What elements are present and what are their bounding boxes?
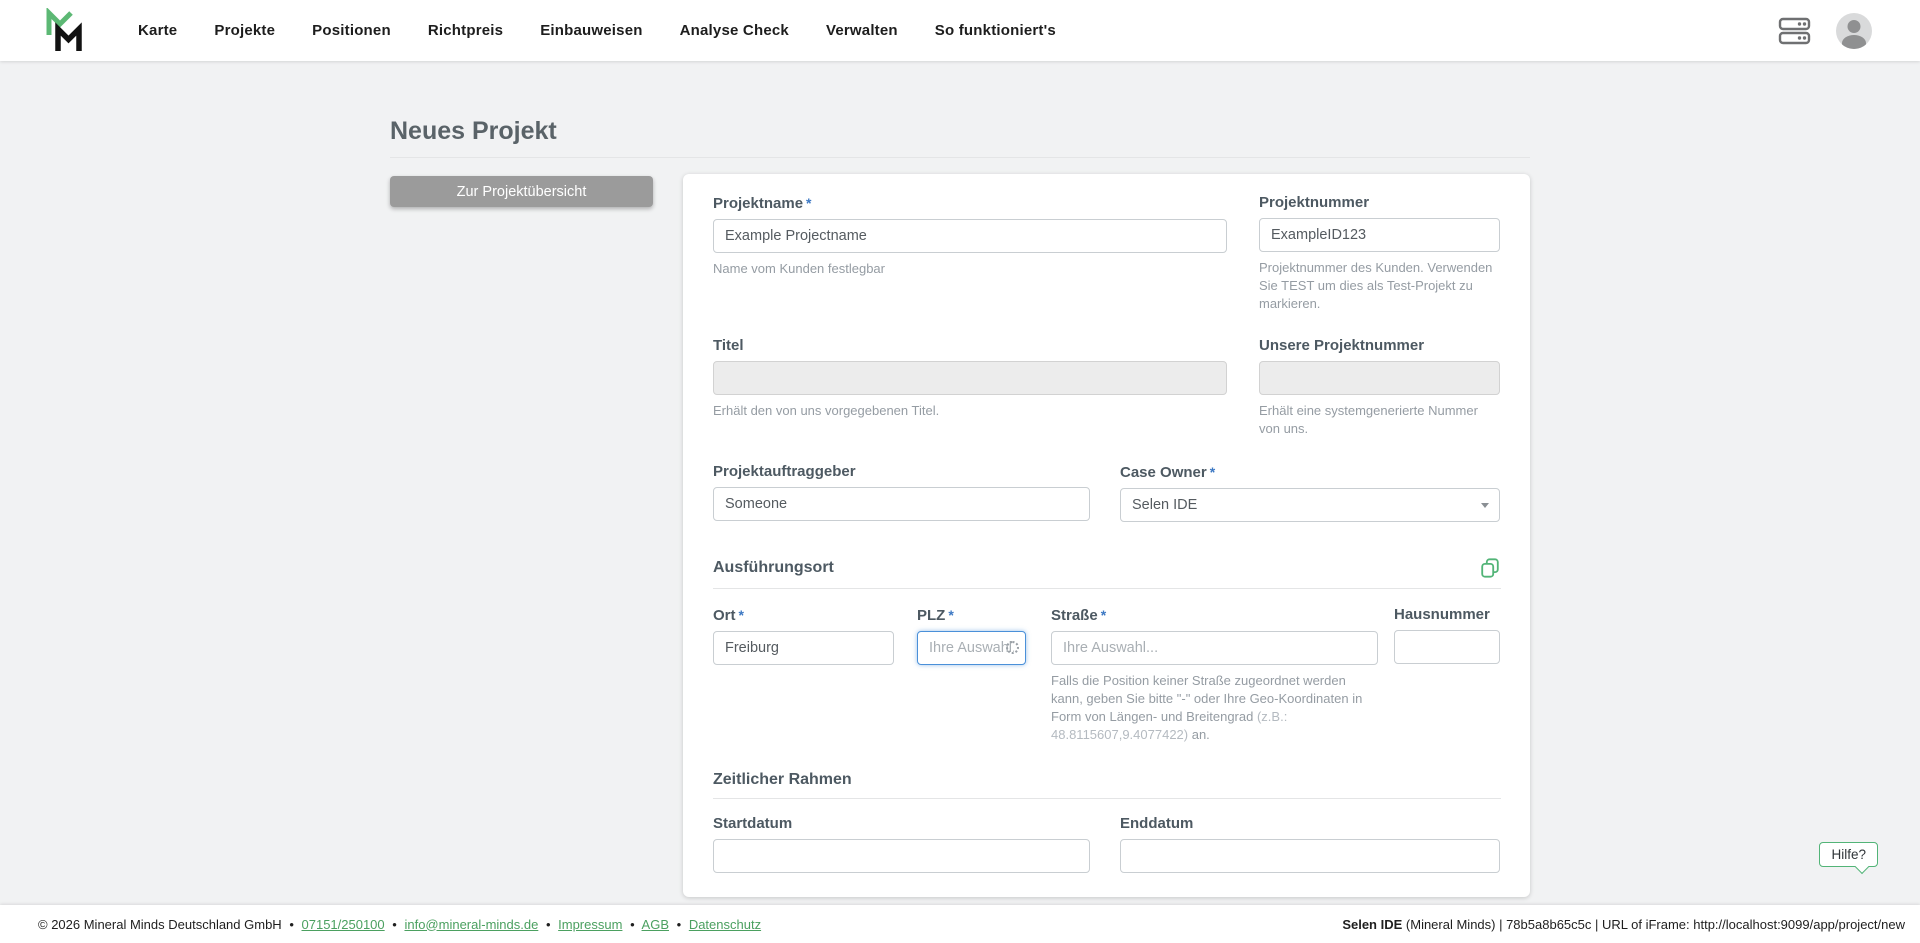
titel-label: Titel bbox=[713, 337, 744, 354]
page-content: Neues Projekt Zur Projektübersicht Proje… bbox=[390, 61, 1530, 935]
case-owner-selected-value: Selen IDE bbox=[1132, 497, 1198, 513]
required-asterisk: * bbox=[1209, 464, 1216, 480]
footer-legal: © 2026 Mineral Minds Deutschland GmbH • … bbox=[38, 916, 762, 932]
copy-icon bbox=[1481, 558, 1499, 578]
server-stack-icon[interactable] bbox=[1778, 17, 1812, 45]
footer-datenschutz-link[interactable]: Datenschutz bbox=[689, 917, 761, 932]
required-asterisk: * bbox=[738, 607, 744, 623]
projektauftraggeber-input[interactable] bbox=[713, 487, 1090, 521]
help-bubble-tail bbox=[1854, 859, 1870, 875]
user-avatar[interactable] bbox=[1836, 12, 1872, 49]
nav-item-richtpreis[interactable]: Richtpreis bbox=[428, 22, 503, 39]
hausnummer-input[interactable] bbox=[1394, 630, 1500, 664]
unsere-projektnummer-input bbox=[1259, 361, 1500, 395]
footer-bar: © 2026 Mineral Minds Deutschland GmbH • … bbox=[0, 905, 1920, 943]
plz-label: PLZ * bbox=[917, 607, 954, 624]
required-asterisk: * bbox=[806, 195, 812, 211]
section-title-ausfuehrungsort: Ausführungsort bbox=[713, 559, 834, 576]
projektname-input[interactable] bbox=[713, 219, 1227, 253]
enddatum-input[interactable] bbox=[1120, 839, 1500, 873]
nav-item-so-funktionierts[interactable]: So funktioniert's bbox=[935, 22, 1056, 39]
help-bubble[interactable]: Hilfe? bbox=[1819, 842, 1878, 875]
projektnummer-label: Projektnummer bbox=[1259, 194, 1370, 211]
required-asterisk: * bbox=[1100, 607, 1107, 623]
top-navigation-bar: Karte Projekte Positionen Richtpreis Ein… bbox=[0, 0, 1920, 61]
case-owner-select[interactable]: Selen IDE bbox=[1120, 488, 1500, 522]
unsere-projektnummer-helper: Erhält eine systemgenerierte Nummer von … bbox=[1259, 403, 1478, 436]
section-title-zeitlicher-rahmen: Zeitlicher Rahmen bbox=[713, 771, 852, 788]
titel-input bbox=[713, 361, 1227, 395]
footer-session-details: (Mineral Minds) | 78b5a8b65c5c | URL of … bbox=[1405, 916, 1905, 932]
titel-helper: Erhält den von uns vorgegebenen Titel. bbox=[713, 403, 940, 418]
footer-copyright: © 2026 Mineral Minds Deutschland GmbH bbox=[38, 916, 282, 932]
nav-item-verwalten[interactable]: Verwalten bbox=[826, 22, 898, 39]
nav-item-karte[interactable]: Karte bbox=[138, 22, 177, 39]
nav-item-positionen[interactable]: Positionen bbox=[312, 22, 391, 39]
strasse-helper: Falls die Position keiner Straße zugeord… bbox=[1051, 673, 1363, 742]
copy-location-button[interactable] bbox=[1479, 557, 1501, 579]
avatar-head-icon bbox=[1847, 19, 1861, 33]
unsere-projektnummer-label: Unsere Projektnummer bbox=[1259, 337, 1425, 354]
enddatum-label: Enddatum bbox=[1120, 815, 1194, 832]
nav-item-einbauweisen[interactable]: Einbauweisen bbox=[540, 22, 642, 39]
startdatum-label: Startdatum bbox=[713, 815, 793, 832]
nav-item-analyse-check[interactable]: Analyse Check bbox=[680, 22, 789, 39]
required-asterisk: * bbox=[948, 607, 954, 623]
footer-user-name: Selen IDE bbox=[1342, 916, 1403, 932]
projektnummer-helper: Projektnummer des Kunden. Verwenden Sie … bbox=[1259, 260, 1493, 311]
footer-phone-link[interactable]: 07151/250100 bbox=[302, 917, 385, 932]
loading-spinner-icon bbox=[1006, 641, 1019, 654]
chevron-down-icon bbox=[1481, 503, 1489, 508]
ort-label: Ort * bbox=[713, 607, 744, 624]
page-title: Neues Projekt bbox=[390, 117, 1530, 158]
projektnummer-input[interactable] bbox=[1259, 218, 1500, 252]
strasse-input[interactable] bbox=[1051, 631, 1378, 665]
projektname-helper: Name vom Kunden festlegbar bbox=[713, 261, 885, 276]
footer-impressum-link[interactable]: Impressum bbox=[558, 917, 622, 932]
avatar-body-icon bbox=[1842, 34, 1866, 49]
new-project-form-card: Projektname* Name vom Kunden festlegbar … bbox=[683, 174, 1530, 897]
mineral-minds-logo-icon[interactable] bbox=[44, 7, 86, 54]
footer-agb-link[interactable]: AGB bbox=[642, 917, 669, 932]
case-owner-label: Case Owner * bbox=[1120, 464, 1216, 481]
startdatum-input[interactable] bbox=[713, 839, 1090, 873]
footer-email-link[interactable]: info@mineral-minds.de bbox=[404, 917, 538, 932]
footer-session-info: Selen IDE (Mineral Minds) | 78b5a8b65c5c… bbox=[1342, 917, 1905, 932]
projektauftraggeber-label: Projektauftraggeber bbox=[713, 463, 856, 480]
main-nav: Karte Projekte Positionen Richtpreis Ein… bbox=[138, 22, 1056, 39]
projektname-label: Projektname * bbox=[713, 195, 812, 212]
strasse-label: Straße * bbox=[1051, 607, 1107, 624]
nav-item-projekte[interactable]: Projekte bbox=[214, 22, 275, 39]
ort-input[interactable] bbox=[713, 631, 894, 665]
zur-projektuebersicht-button[interactable]: Zur Projektübersicht bbox=[390, 176, 653, 207]
hausnummer-label: Hausnummer bbox=[1394, 606, 1490, 623]
